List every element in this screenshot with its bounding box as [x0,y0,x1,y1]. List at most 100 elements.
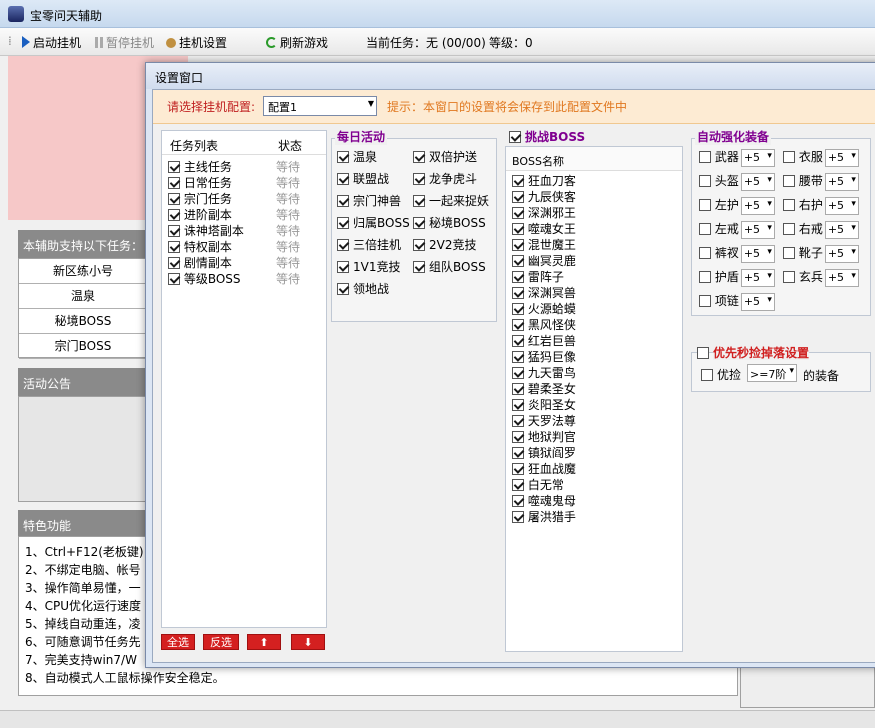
boss-row[interactable]: 噬魂女王 [512,221,576,237]
enhance-checkbox[interactable] [783,271,795,283]
daily-checkbox[interactable]: 双倍护送 [413,148,477,165]
boss-row[interactable]: 黑风怪侠 [512,317,576,333]
enhance-level-select[interactable]: +5 [740,220,775,239]
task-row[interactable]: 诛神塔副本 等待 [168,223,318,239]
loot-grade-select[interactable]: >=7阶 [747,364,797,382]
enhance-item[interactable]: 玄兵 +5 [783,268,859,287]
enhance-item[interactable]: 腰带 +5 [783,172,859,191]
boss-checkbox[interactable] [512,447,524,459]
enhance-item[interactable]: 右戒 +5 [783,220,859,239]
enhance-checkbox[interactable] [783,175,795,187]
enhance-level-select[interactable]: +5 [824,244,859,263]
boss-checkbox[interactable] [512,271,524,283]
boss-checkbox[interactable] [512,463,524,475]
enhance-item[interactable]: 左戒 +5 [699,220,775,239]
boss-checkbox[interactable] [512,239,524,251]
daily-checkbox[interactable]: 领地战 [337,280,389,297]
list-item[interactable]: 温泉 [19,284,147,309]
loot-priority-checkbox[interactable]: 优捡 [701,366,741,383]
enhance-level-select[interactable]: +5 [740,148,775,167]
boss-checkbox[interactable] [512,511,524,523]
boss-row[interactable]: 深渊邪王 [512,205,576,221]
daily-checkbox[interactable]: 三倍挂机 [337,236,401,253]
daily-checkbox[interactable]: 归属BOSS [337,214,410,231]
boss-row[interactable]: 天罗法尊 [512,413,576,429]
enhance-checkbox[interactable] [783,223,795,235]
task-row[interactable]: 进阶副本 等待 [168,207,318,223]
task-row[interactable]: 剧情副本 等待 [168,255,318,271]
enhance-item[interactable]: 项链 +5 [699,292,775,311]
task-checkbox[interactable] [168,241,180,253]
boss-row[interactable]: 猛犸巨像 [512,349,576,365]
task-checkbox[interactable] [168,257,180,269]
boss-checkbox[interactable] [512,399,524,411]
enhance-checkbox[interactable] [783,199,795,211]
enhance-level-select[interactable]: +5 [824,196,859,215]
list-item[interactable]: 秘境BOSS [19,309,147,334]
boss-checkbox[interactable] [512,223,524,235]
boss-checkbox[interactable] [512,287,524,299]
task-row[interactable]: 宗门任务 等待 [168,191,318,207]
refresh-button[interactable]: 刷新游戏 [266,34,328,51]
enhance-checkbox[interactable] [699,247,711,259]
enhance-level-select[interactable]: +5 [824,172,859,191]
task-row[interactable]: 主线任务 等待 [168,159,318,175]
boss-checkbox[interactable] [512,255,524,267]
boss-checkbox[interactable] [512,303,524,315]
enhance-level-select[interactable]: +5 [740,196,775,215]
boss-row[interactable]: 幽冥灵鹿 [512,253,576,269]
boss-row[interactable]: 混世魔王 [512,237,576,253]
boss-enable-checkbox[interactable]: 挑战BOSS [509,128,586,145]
list-item[interactable]: 宗门BOSS [19,334,147,359]
enhance-checkbox[interactable] [699,199,711,211]
enhance-level-select[interactable]: +5 [740,292,775,311]
boss-checkbox[interactable] [512,207,524,219]
enhance-item[interactable]: 武器 +5 [699,148,775,167]
enhance-level-select[interactable]: +5 [824,220,859,239]
enhance-level-select[interactable]: +5 [824,148,859,167]
dialog-title-bar[interactable]: 设置窗口 [146,63,875,89]
daily-checkbox[interactable]: 秘境BOSS [413,214,486,231]
enhance-level-select[interactable]: +5 [824,268,859,287]
enhance-item[interactable]: 护盾 +5 [699,268,775,287]
boss-row[interactable]: 九辰侠客 [512,189,576,205]
config-select[interactable]: 配置1 ▼ [263,96,377,116]
enhance-item[interactable]: 靴子 +5 [783,244,859,263]
boss-checkbox[interactable] [512,351,524,363]
enhance-level-select[interactable]: +5 [740,268,775,287]
enhance-checkbox[interactable] [699,271,711,283]
task-checkbox[interactable] [168,161,180,173]
boss-row[interactable]: 碧柔圣女 [512,381,576,397]
boss-row[interactable]: 镇狱阎罗 [512,445,576,461]
boss-row[interactable]: 狂血战魔 [512,461,576,477]
daily-checkbox[interactable]: 2V2竞技 [413,236,476,253]
enhance-checkbox[interactable] [699,223,711,235]
daily-checkbox[interactable]: 1V1竞技 [337,258,400,275]
task-checkbox[interactable] [168,209,180,221]
boss-checkbox[interactable] [512,175,524,187]
boss-checkbox[interactable] [512,191,524,203]
enhance-item[interactable]: 左护 +5 [699,196,775,215]
boss-row[interactable]: 噬魂鬼母 [512,493,576,509]
enhance-item[interactable]: 裤衩 +5 [699,244,775,263]
boss-row[interactable]: 九天雷鸟 [512,365,576,381]
enhance-item[interactable]: 头盔 +5 [699,172,775,191]
enhance-checkbox[interactable] [699,175,711,187]
enhance-level-select[interactable]: +5 [740,244,775,263]
task-checkbox[interactable] [168,273,180,285]
move-down-button[interactable]: ⬇ [291,634,325,650]
enhance-checkbox[interactable] [699,151,711,163]
boss-row[interactable]: 狂血刀客 [512,173,576,189]
select-all-button[interactable]: 全选 [161,634,195,650]
enhance-level-select[interactable]: +5 [740,172,775,191]
boss-row[interactable]: 雷阵子 [512,269,564,285]
boss-checkbox[interactable] [512,479,524,491]
task-checkbox[interactable] [168,225,180,237]
boss-checkbox[interactable] [512,319,524,331]
boss-checkbox[interactable] [512,495,524,507]
boss-row[interactable]: 炎阳圣女 [512,397,576,413]
boss-checkbox[interactable] [512,431,524,443]
boss-row[interactable]: 屠洪猎手 [512,509,576,525]
daily-checkbox[interactable]: 温泉 [337,148,377,165]
pause-button[interactable]: 暂停挂机 [95,34,154,51]
